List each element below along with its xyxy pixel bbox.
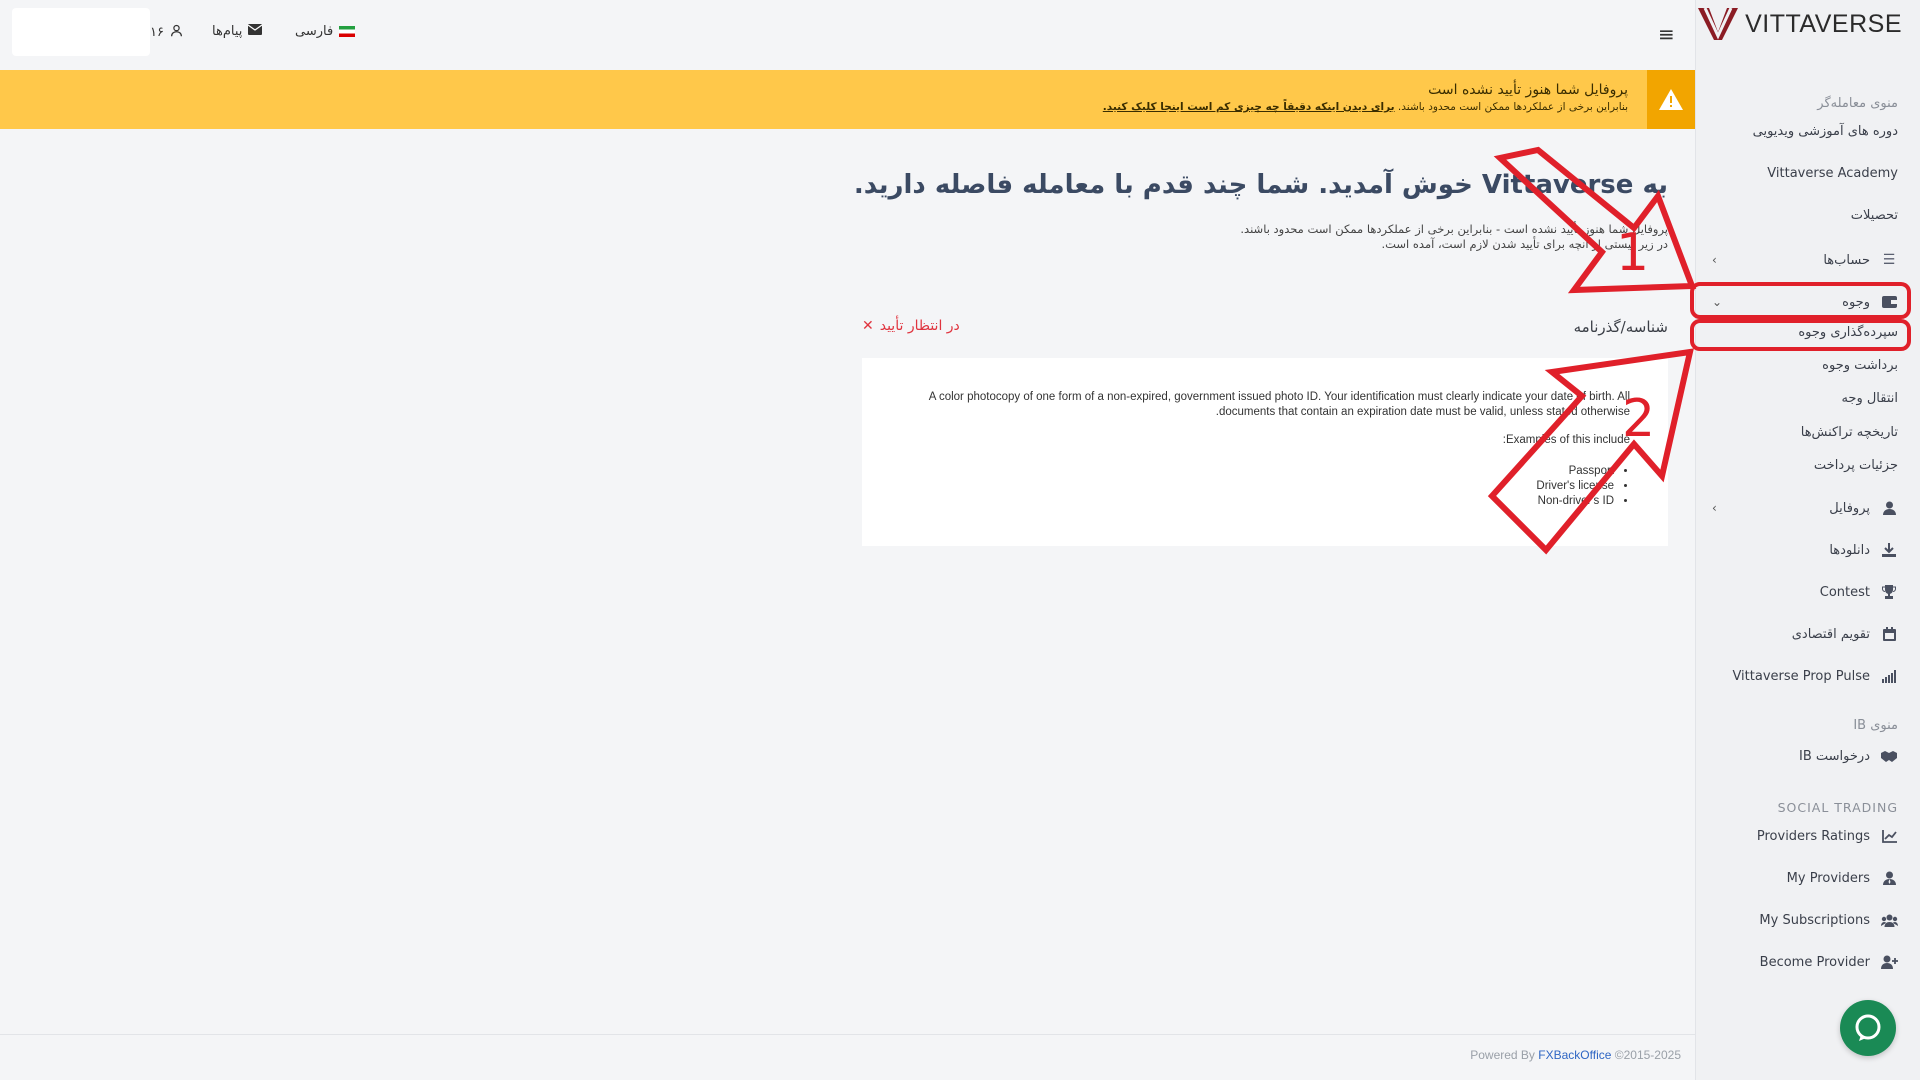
page-title: به Vittaverse خوش آمدید. شما چند قدم با …	[853, 170, 1668, 200]
fxbackoffice-link[interactable]: FXBackOffice	[1538, 1048, 1611, 1062]
annotation-highlight-funds	[1690, 282, 1911, 319]
card-description: A color photocopy of one form of a non-e…	[928, 391, 1630, 418]
sidebar-item-downloads[interactable]: دانلودها	[1708, 536, 1898, 564]
sidebar-item-label: Providers Ratings	[1756, 828, 1870, 844]
language-label: فارسی	[295, 24, 334, 39]
chevron-left-icon: ‹	[1712, 501, 1717, 515]
list-item: Non-driver's ID	[1536, 494, 1614, 509]
hamburger-menu-icon[interactable]: ≡	[1658, 22, 1675, 46]
sidebar-item-video-courses[interactable]: دوره های آموزشی ویدیویی	[1753, 124, 1898, 139]
top-bar: ۱۶ پیام‌ها فارسی ≡	[0, 0, 1695, 70]
download-icon	[1880, 541, 1898, 559]
sidebar-item-label: Become Provider	[1759, 954, 1870, 970]
sidebar-item-become-provider[interactable]: Become Provider	[1708, 948, 1898, 976]
id-requirements-card: A color photocopy of one form of a non-e…	[862, 358, 1668, 546]
user-icon	[1880, 499, 1898, 517]
verification-warning-banner: پروفایل شما هنوز تأیید نشده است بنابراین…	[0, 70, 1695, 129]
user-label: ۱۶	[150, 25, 164, 40]
sidebar-item-label: My Subscriptions	[1759, 912, 1870, 928]
brand-name: VITTAVERSE	[1745, 9, 1902, 38]
close-x-icon: ✕	[862, 318, 874, 334]
users-icon	[1880, 911, 1898, 929]
brand-logo[interactable]: VITTAVERSE	[1697, 4, 1902, 44]
sidebar-item-label: دانلودها	[1829, 542, 1870, 558]
sidebar-item-my-subscriptions[interactable]: My Subscriptions	[1708, 906, 1898, 934]
sidebar-item-label: My Providers	[1786, 870, 1870, 886]
sidebar-item-label: پروفایل	[1829, 500, 1870, 516]
chat-bubble-icon	[1855, 1014, 1881, 1041]
user-menu[interactable]: ۱۶	[150, 24, 183, 41]
sidebar-item-my-providers[interactable]: My Providers	[1708, 864, 1898, 892]
sidebar-item-academy[interactable]: Vittaverse Academy	[1767, 166, 1898, 181]
powered-by-label: Powered By	[1470, 1048, 1535, 1062]
chat-support-button[interactable]	[1840, 1000, 1896, 1056]
list-item: Passport	[1536, 464, 1614, 479]
user-plus-icon	[1880, 953, 1898, 971]
calendar-icon	[1880, 625, 1898, 643]
footer: Powered By FXBackOffice ©2015-2025	[0, 1034, 1695, 1080]
card-examples-heading: Examples of this include:	[1502, 434, 1630, 446]
sidebar: VITTAVERSE منوی معامله‌گر دوره های آموزش…	[1695, 0, 1920, 1080]
banner-title: پروفایل شما هنوز تأیید نشده است	[1428, 82, 1628, 98]
sidebar-item-prop-pulse[interactable]: Vittaverse Prop Pulse	[1708, 662, 1898, 690]
banner-subtitle: بنابراین برخی از عملکردها ممکن است محدود…	[1103, 101, 1628, 113]
vittaverse-logo-icon	[1698, 7, 1739, 40]
list-icon: ☰	[1882, 252, 1896, 268]
sidebar-item-label: درخواست IB	[1799, 748, 1870, 764]
id-passport-section-title: شناسه/گذرنامه	[1573, 318, 1668, 336]
sidebar-item-economic-calendar[interactable]: تقویم اقتصادی	[1708, 620, 1898, 648]
user-tie-icon	[1880, 869, 1898, 887]
footer-text: Powered By FXBackOffice ©2015-2025	[1470, 1048, 1681, 1062]
ib-menu-heading: منوی IB	[1853, 718, 1898, 733]
sidebar-item-transfer[interactable]: انتقال وجه	[1841, 391, 1898, 406]
page-description: پروفایل شما هنوز تأیید نشده است - بنابرا…	[968, 222, 1668, 252]
banner-subtitle-text: بنابراین برخی از عملکردها ممکن است محدود…	[1397, 101, 1628, 113]
social-trading-heading: SOCIAL TRADING	[1777, 800, 1898, 815]
messages-link[interactable]: پیام‌ها	[212, 24, 263, 39]
sidebar-item-withdraw[interactable]: برداشت وجوه	[1822, 358, 1898, 373]
status-label: در انتظار تأیید	[879, 318, 960, 334]
sidebar-item-ib-request[interactable]: درخواست IB	[1708, 742, 1898, 770]
description-line-1: پروفایل شما هنوز تأیید نشده است - بنابرا…	[1240, 222, 1668, 236]
sidebar-item-contest[interactable]: Contest	[1708, 578, 1898, 606]
sidebar-item-education[interactable]: تحصیلات	[1851, 208, 1898, 223]
trophy-icon	[1880, 583, 1898, 601]
copyright: ©2015-2025	[1614, 1048, 1681, 1062]
envelope-icon	[248, 24, 263, 39]
warning-icon	[1647, 70, 1695, 129]
list-item: Driver's license	[1536, 479, 1614, 494]
card-examples-list: Passport Driver's license Non-driver's I…	[1536, 464, 1630, 509]
annotation-highlight-deposit	[1690, 319, 1911, 351]
chevron-left-icon: ‹	[1712, 253, 1717, 267]
handshake-icon	[1880, 747, 1898, 765]
sidebar-item-label: حساب‌ها	[1823, 252, 1870, 268]
chart-line-icon	[1880, 827, 1898, 845]
top-left-placeholder	[12, 8, 150, 56]
user-icon	[170, 24, 183, 41]
sidebar-item-providers-ratings[interactable]: Providers Ratings	[1708, 822, 1898, 850]
sidebar-item-accounts[interactable]: ‹ حساب‌ها ☰	[1708, 246, 1898, 274]
trader-menu-heading: منوی معامله‌گر	[1817, 96, 1898, 111]
messages-label: پیام‌ها	[212, 24, 243, 39]
sidebar-item-label: تقویم اقتصادی	[1791, 626, 1870, 642]
sidebar-item-label: Vittaverse Prop Pulse	[1732, 668, 1870, 684]
pending-status: در انتظار تأیید ✕	[862, 318, 960, 334]
sidebar-item-payment-details[interactable]: جزئیات پرداخت	[1814, 458, 1898, 473]
description-line-2: در زیر لیستی از آنچه برای تأیید شدن لازم…	[1381, 237, 1668, 251]
banner-details-link[interactable]: برای دیدن اینکه دقیقاً چه چیزی کم است ای…	[1103, 101, 1395, 113]
sidebar-item-profile[interactable]: ‹ پروفایل	[1708, 494, 1898, 522]
sidebar-item-label: Contest	[1819, 584, 1870, 600]
iran-flag-icon	[339, 26, 356, 37]
language-selector[interactable]: فارسی	[295, 24, 356, 39]
sidebar-item-history[interactable]: تاریخچه تراکنش‌ها	[1801, 425, 1898, 440]
signal-bars-icon	[1880, 667, 1898, 685]
